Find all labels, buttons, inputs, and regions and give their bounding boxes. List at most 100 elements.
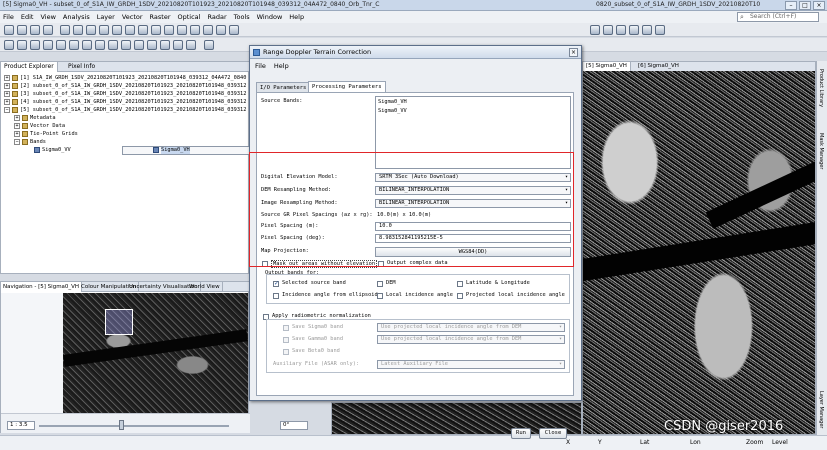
expand-icon[interactable]: + [14,122,20,129]
zoom-field[interactable]: 1 : 3.5 [7,421,35,430]
save-sigma0-checkbox[interactable] [283,325,289,331]
graph-builder-icon[interactable] [138,25,148,35]
product-item-3[interactable]: + [3] subset_0_of_S1A_IW_GRDH_1SDV_202108… [4,90,248,98]
undo-icon[interactable] [30,25,40,35]
rectangle-draw-icon[interactable] [108,40,118,50]
projected-local-incidence-checkbox[interactable] [457,293,463,299]
wind-icon[interactable] [203,25,213,35]
tab-io-parameters[interactable]: I/O Parameters [256,82,311,92]
open-product-icon[interactable] [4,25,14,35]
side-tab-product-library[interactable]: Product Library [818,69,824,107]
pin-manager-icon[interactable] [190,25,200,35]
tab-pixel-info[interactable]: Pixel Info [65,62,98,72]
tree-node-tie-point-grids[interactable]: + Tie-Point Grids [4,130,248,138]
lat-lon-checkbox[interactable] [457,281,463,287]
pin-tool-icon[interactable] [43,40,53,50]
tree-node-vector-data[interactable]: + Vector Data [4,122,248,130]
zoom-slider-handle[interactable] [119,420,124,430]
ellipse-draw-icon[interactable] [134,40,144,50]
product-item-5[interactable]: − [5] subset_0_of_S1A_IW_GRDH_1SDV_202108… [4,106,248,114]
tab-navigation[interactable]: Navigation - [5] Sigma0_VH [1,282,83,292]
menu-layer[interactable]: Layer [97,13,115,21]
menu-radar[interactable]: Radar [207,13,226,21]
menu-edit[interactable]: Edit [21,13,34,21]
menu-help[interactable]: Help [289,13,304,21]
time-series-icon[interactable] [216,25,226,35]
spectrum-icon[interactable] [125,25,135,35]
polyline-draw-icon[interactable] [95,40,105,50]
band-maths-icon[interactable] [60,25,70,35]
zoom-slider-track[interactable] [39,425,229,427]
collapse-icon[interactable]: − [4,106,10,113]
product-item-4[interactable]: + [4] subset_0_of_S1A_IW_GRDH_1SDV_202108… [4,98,248,106]
menu-tools[interactable]: Tools [234,13,250,21]
tree-node-metadata[interactable]: + Metadata [4,114,248,122]
histogram-icon[interactable] [73,25,83,35]
gamma0-incidence-select[interactable]: Use projected local incidence angle from… [377,335,565,344]
source-band-item[interactable]: Sigma0_VH [378,99,407,105]
redo-icon[interactable] [43,25,53,35]
search-input[interactable]: ⌕ Search (Ctrl+F) [737,12,819,22]
incidence-ellipsoid-checkbox[interactable] [273,293,279,299]
edit-shape-icon[interactable] [173,40,183,50]
insert-text-icon[interactable] [160,40,170,50]
select-tool-icon[interactable] [4,40,14,50]
menu-optical[interactable]: Optical [178,13,201,21]
magic-wand-icon[interactable] [69,40,79,50]
rotation-field[interactable]: 0° [280,421,308,430]
polygon-draw-icon[interactable] [121,40,131,50]
layer-editor-icon[interactable] [177,25,187,35]
toolbar-right-3-icon[interactable] [616,25,626,35]
menu-file[interactable]: File [3,13,14,21]
aux-file-select[interactable]: Latest Auxiliary File ▾ [377,360,565,369]
run-button[interactable]: Run [511,428,531,439]
toolbar-right-2-icon[interactable] [603,25,613,35]
tree-node-bands[interactable]: − Bands [4,138,248,146]
menu-view[interactable]: View [40,13,55,21]
expand-icon[interactable]: + [14,114,20,121]
menu-vector[interactable]: Vector [122,13,143,21]
dem-output-checkbox[interactable] [377,281,383,287]
collapse-icon[interactable]: − [14,138,20,145]
toolbar-right-6-icon[interactable] [655,25,665,35]
menu-analysis[interactable]: Analysis [63,13,90,21]
image-view[interactable]: [5] Sigma0_VH [6] Sigma0_VH [582,61,816,435]
scatter-plot-icon[interactable] [99,25,109,35]
dialog-menu-file[interactable]: File [255,62,266,70]
delete-shape-icon[interactable] [186,40,196,50]
product-item-2[interactable]: + [2] subset_0_of_S1A_IW_GRDH_1SDV_202108… [4,82,248,90]
tab-processing-parameters[interactable]: Processing Parameters [308,81,386,92]
statistics-icon[interactable] [86,25,96,35]
expand-icon[interactable]: + [4,82,10,89]
save-gamma0-checkbox[interactable] [283,337,289,343]
line-draw-icon[interactable] [82,40,92,50]
gcp-manager-icon[interactable] [164,25,174,35]
tab-product-explorer[interactable]: Product Explorer [1,62,58,72]
wand-icon[interactable] [204,40,214,50]
maximize-button[interactable]: □ [799,1,811,10]
close-window-button[interactable]: × [813,1,825,10]
side-tab-layer-manager[interactable]: Layer Manager [818,391,824,428]
range-finder-icon[interactable] [147,40,157,50]
save-product-icon[interactable] [17,25,27,35]
close-button[interactable]: Close [539,428,567,439]
expand-icon[interactable]: + [4,74,10,81]
side-tab-mask-manager[interactable]: Mask Manager [818,133,824,169]
tab-image-sigma0-vh-5[interactable]: [5] Sigma0_VH [583,62,631,71]
gcp-tool-icon[interactable] [56,40,66,50]
minimize-button[interactable]: – [785,1,797,10]
dialog-close-icon[interactable]: × [569,48,578,57]
band-item-sigma0-vv[interactable]: Sigma0_VV [4,146,248,154]
tab-world-view[interactable]: World View [187,282,223,292]
navigation-viewport-box[interactable] [105,309,133,335]
local-incidence-checkbox[interactable] [377,293,383,299]
menu-window[interactable]: Window [257,13,283,21]
tab-image-sigma0-vh-6[interactable]: [6] Sigma0_VH [635,62,682,71]
dialog-menu-help[interactable]: Help [274,62,289,70]
menu-raster[interactable]: Raster [150,13,171,21]
expand-icon[interactable]: + [4,90,10,97]
zoom-tool-icon[interactable] [30,40,40,50]
pan-tool-icon[interactable] [17,40,27,50]
batch-processing-icon[interactable] [151,25,161,35]
product-item-1[interactable]: + [1] S1A_IW_GRDH_1SDV_20210820T101923_20… [4,74,248,82]
